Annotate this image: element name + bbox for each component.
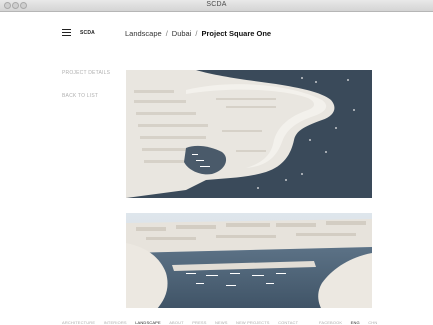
breadcrumb-dubai[interactable]: Dubai — [172, 29, 192, 38]
footer-nav-contact[interactable]: CONTACT — [278, 320, 298, 325]
footer-nav-about[interactable]: ABOUT — [169, 320, 184, 325]
footer-nav-press[interactable]: PRESS — [192, 320, 206, 325]
breadcrumb-separator: / — [165, 29, 168, 38]
footer-right-links: FACEBOOK ENG CHN — [319, 311, 381, 325]
breadcrumb-current-project: Project Square One — [201, 29, 272, 38]
footer-nav-new-projects[interactable]: NEW PROJECTS — [236, 320, 270, 325]
brand-logo[interactable]: SCDA — [80, 30, 95, 36]
footer-nav-architecture[interactable]: ARCHITECTURE — [62, 320, 95, 325]
language-chn-link[interactable]: CHN — [368, 320, 377, 325]
marina-perspective-image — [126, 213, 372, 310]
window-title: SCDA — [206, 1, 227, 8]
project-subnav: PROJECT DETAILS BACK TO LIST — [62, 70, 110, 99]
footer-nav-interiors[interactable]: INTERIORS — [104, 320, 127, 325]
language-eng-link[interactable]: ENG — [351, 320, 360, 325]
aerial-island-image — [126, 70, 372, 198]
footer-nav: ARCHITECTURE INTERIORS LANDSCAPE ABOUT P… — [62, 311, 302, 325]
breadcrumb: Landscape / Dubai / Project Square One — [125, 29, 271, 38]
hamburger-menu-icon[interactable] — [62, 29, 71, 36]
window-titlebar: SCDA — [0, 0, 433, 12]
breadcrumb-separator: / — [195, 29, 198, 38]
footer-nav-landscape[interactable]: LANDSCAPE — [135, 320, 161, 325]
aerial-island-render[interactable] — [126, 70, 372, 198]
facebook-link[interactable]: FACEBOOK — [319, 320, 342, 325]
marina-perspective-render[interactable] — [126, 213, 372, 310]
breadcrumb-landscape[interactable]: Landscape — [125, 29, 162, 38]
footer-nav-news[interactable]: NEWS — [215, 320, 228, 325]
project-details-link[interactable]: PROJECT DETAILS — [62, 70, 110, 76]
back-to-list-link[interactable]: BACK TO LIST — [62, 93, 110, 99]
